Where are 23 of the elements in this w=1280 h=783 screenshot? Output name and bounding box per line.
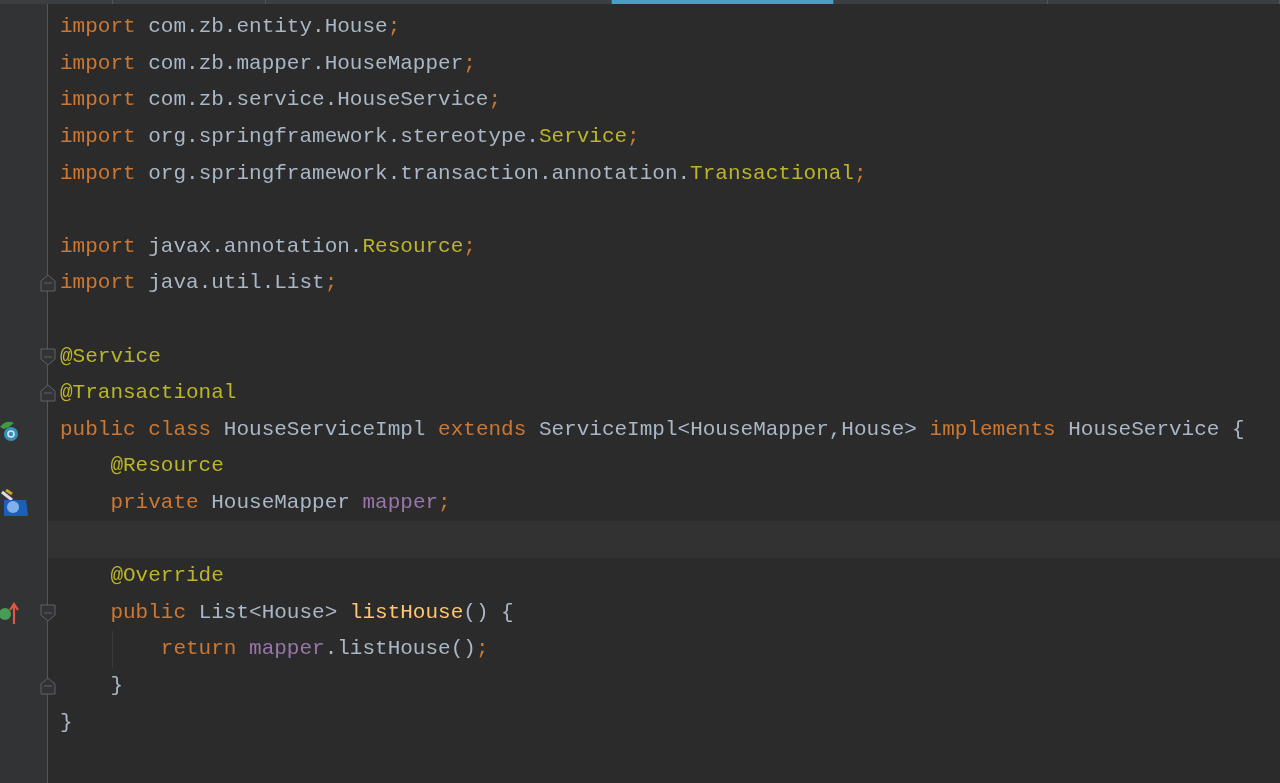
code-line: }	[59, 709, 73, 736]
fold-marker-icon[interactable]	[40, 677, 56, 695]
code-line: @Transactional	[59, 380, 237, 407]
code-line: import com.zb.mapper.HouseMapper;	[59, 50, 476, 77]
fold-marker-icon[interactable]	[40, 274, 56, 293]
code-line: public List<House> listHouse() {	[109, 599, 514, 626]
code-line: import java.util.List;	[59, 270, 338, 297]
code-line: import com.zb.entity.House;	[59, 14, 401, 41]
code-line: }	[109, 673, 123, 699]
bean-icon[interactable]	[0, 488, 28, 518]
code-line: import org.springframework.transaction.annotation.Transactional;	[59, 160, 867, 187]
code-line: private HouseMapper mapper;	[109, 490, 451, 516]
code-line: @Resource	[109, 453, 224, 480]
code-line: return mapper.listHouse();	[159, 636, 489, 663]
fold-marker-icon[interactable]	[40, 603, 56, 622]
fold-marker-icon[interactable]	[40, 347, 56, 366]
code-line: @Service	[59, 343, 161, 370]
code-line: import com.zb.service.HouseService;	[59, 87, 502, 114]
code-line: @Override	[109, 563, 224, 590]
code-line: import javax.annotation.Resource;	[59, 233, 476, 260]
fold-marker-icon[interactable]	[40, 384, 56, 403]
code-line: import org.springframework.stereotype.Service;	[59, 124, 640, 151]
code-line: public class HouseServiceImpl extends ServiceImpl<HouseMapper,House> implements HouseService {	[59, 416, 1245, 443]
